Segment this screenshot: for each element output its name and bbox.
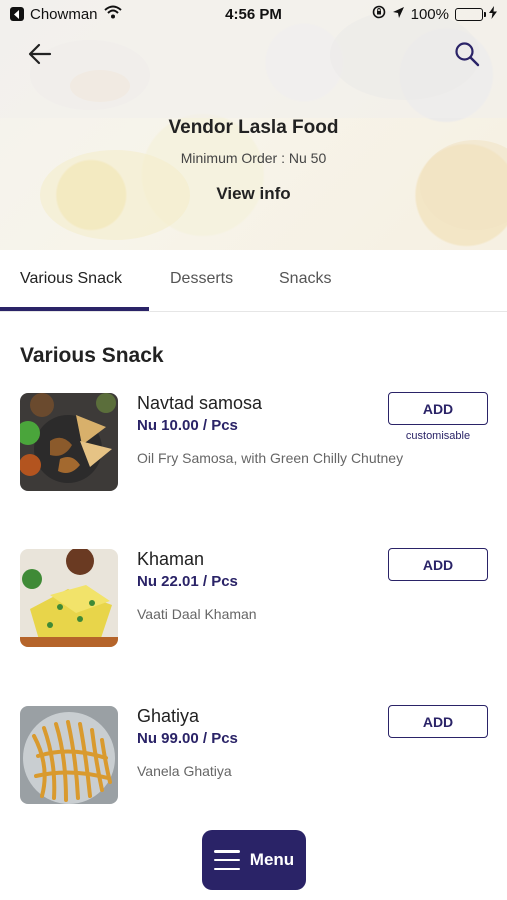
battery-percent: 100% [410, 5, 449, 23]
battery-icon [455, 7, 486, 21]
active-tab-indicator [0, 307, 149, 311]
vendor-hero: Chowman 4:56 PM 100% Vendor Lasla Food M… [0, 0, 507, 250]
customisable-note: customisable [405, 430, 471, 442]
arrow-left-icon [28, 43, 52, 65]
menu-item[interactable]: Khaman Nu 22.01 / Pcs Vaati Daal Khaman … [0, 548, 507, 659]
item-description: Oil Fry Samosa, with Green Chilly Chutne… [137, 450, 404, 466]
item-price: Nu 99.00 / Pcs [137, 730, 238, 747]
tab-snacks[interactable]: Snacks [279, 270, 331, 288]
status-bar: Chowman 4:56 PM 100% [0, 0, 507, 28]
minimum-order: Minimum Order : Nu 50 [180, 150, 327, 166]
menu-button[interactable]: Menu [202, 830, 306, 890]
add-button[interactable]: ADD [388, 705, 488, 738]
item-image [20, 706, 118, 804]
carrier-label[interactable]: Chowman [30, 6, 98, 23]
location-arrow-icon [392, 6, 405, 23]
charging-icon [489, 5, 497, 23]
orientation-lock-icon [372, 5, 386, 23]
status-left: Chowman [10, 5, 122, 23]
status-time: 4:56 PM [225, 5, 282, 23]
item-description: Vaati Daal Khaman [137, 606, 257, 622]
item-name: Ghatiya [137, 706, 200, 726]
add-button[interactable]: ADD [388, 392, 488, 425]
status-right: 100% [372, 5, 497, 23]
search-button[interactable] [451, 38, 483, 70]
item-price: Nu 10.00 / Pcs [137, 417, 238, 434]
tab-desserts[interactable]: Desserts [170, 270, 233, 288]
hamburger-icon [213, 850, 240, 870]
view-info-link[interactable]: View info [0, 184, 507, 204]
item-image [20, 393, 118, 491]
add-button[interactable]: ADD [388, 548, 488, 581]
search-icon [455, 42, 480, 67]
category-tabs: Various Snack Desserts Snacks [0, 250, 507, 312]
menu-item[interactable]: Ghatiya Nu 99.00 / Pcs Vanela Ghatiya AD… [0, 705, 507, 816]
wifi-icon [103, 5, 122, 23]
item-name: Navtad samosa [137, 393, 263, 413]
menu-button-label: Menu [249, 850, 295, 869]
back-app-icon[interactable] [10, 7, 24, 21]
item-price: Nu 22.01 / Pcs [137, 573, 238, 590]
section-title: Various Snack [20, 344, 164, 367]
item-name: Khaman [137, 549, 205, 569]
item-description: Vanela Ghatiya [137, 763, 232, 779]
back-button[interactable] [24, 38, 56, 70]
tab-various-snack[interactable]: Various Snack [20, 270, 122, 288]
menu-item[interactable]: Navtad samosa Nu 10.00 / Pcs Oil Fry Sam… [0, 392, 507, 503]
vendor-name: Vendor Lasla Food [168, 117, 339, 138]
item-image [20, 549, 118, 647]
